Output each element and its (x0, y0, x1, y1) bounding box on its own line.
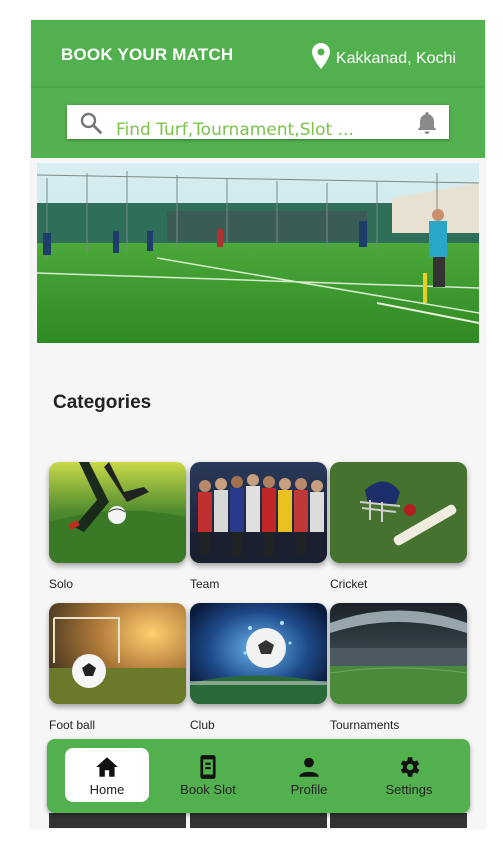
category-tile-club[interactable] (190, 603, 327, 704)
category-label-club: Club (190, 718, 215, 732)
search-band: Find Turf,Tournament,Slot ... (31, 86, 485, 158)
category-tile-tournaments[interactable] (330, 603, 467, 704)
club-image (190, 603, 327, 704)
football-image (49, 603, 186, 704)
category-label-solo: Solo (49, 577, 74, 591)
home-icon (96, 757, 118, 777)
nav-item-book-slot[interactable]: Book Slot (166, 748, 250, 802)
nav-label-settings: Settings (385, 782, 433, 797)
team-image (190, 462, 327, 563)
person-icon (299, 757, 319, 777)
search-input[interactable]: Find Turf,Tournament,Slot ... (116, 120, 354, 140)
search-icon[interactable] (79, 111, 103, 135)
bell-icon[interactable] (415, 110, 439, 136)
category-tile-peek (49, 813, 186, 828)
nav-label-home: Home (89, 782, 125, 797)
category-tile-peek (330, 813, 467, 828)
app-screen: BOOK YOUR MATCH Kakkanad, Kochi Find Tur… (31, 20, 485, 828)
category-tile-solo[interactable] (49, 462, 186, 563)
categories-heading: Categories (53, 392, 152, 413)
solo-image (49, 462, 186, 563)
hero-banner-image (37, 163, 479, 343)
book-slot-icon (200, 755, 216, 779)
nav-item-profile[interactable]: Profile (267, 748, 351, 802)
category-label-tournaments: Tournaments (330, 718, 400, 732)
bottom-navigation: Home Book Slot Profile Settings (47, 739, 470, 813)
gear-icon (400, 757, 420, 777)
location-selector[interactable]: Kakkanad, Kochi (311, 43, 456, 74)
nav-label-profile: Profile (290, 782, 328, 797)
cricket-image (330, 462, 467, 563)
category-tile-football[interactable] (49, 603, 186, 704)
search-bar[interactable]: Find Turf,Tournament,Slot ... (67, 105, 449, 140)
category-label-football: Foot ball (49, 718, 96, 732)
category-label-cricket: Cricket (330, 577, 368, 591)
category-tile-team[interactable] (190, 462, 327, 563)
app-title: BOOK YOUR MATCH (61, 45, 234, 64)
app-bar: BOOK YOUR MATCH Kakkanad, Kochi (31, 20, 485, 86)
category-label-team: Team (190, 577, 220, 591)
nav-label-book-slot: Book Slot (180, 782, 236, 797)
location-pin-icon (311, 43, 330, 74)
nav-item-home[interactable]: Home (65, 748, 149, 802)
category-tile-cricket[interactable] (330, 462, 467, 563)
location-label: Kakkanad, Kochi (335, 49, 456, 67)
nav-item-settings[interactable]: Settings (367, 748, 451, 802)
category-tile-peek (190, 813, 327, 828)
tournaments-image (330, 603, 467, 704)
